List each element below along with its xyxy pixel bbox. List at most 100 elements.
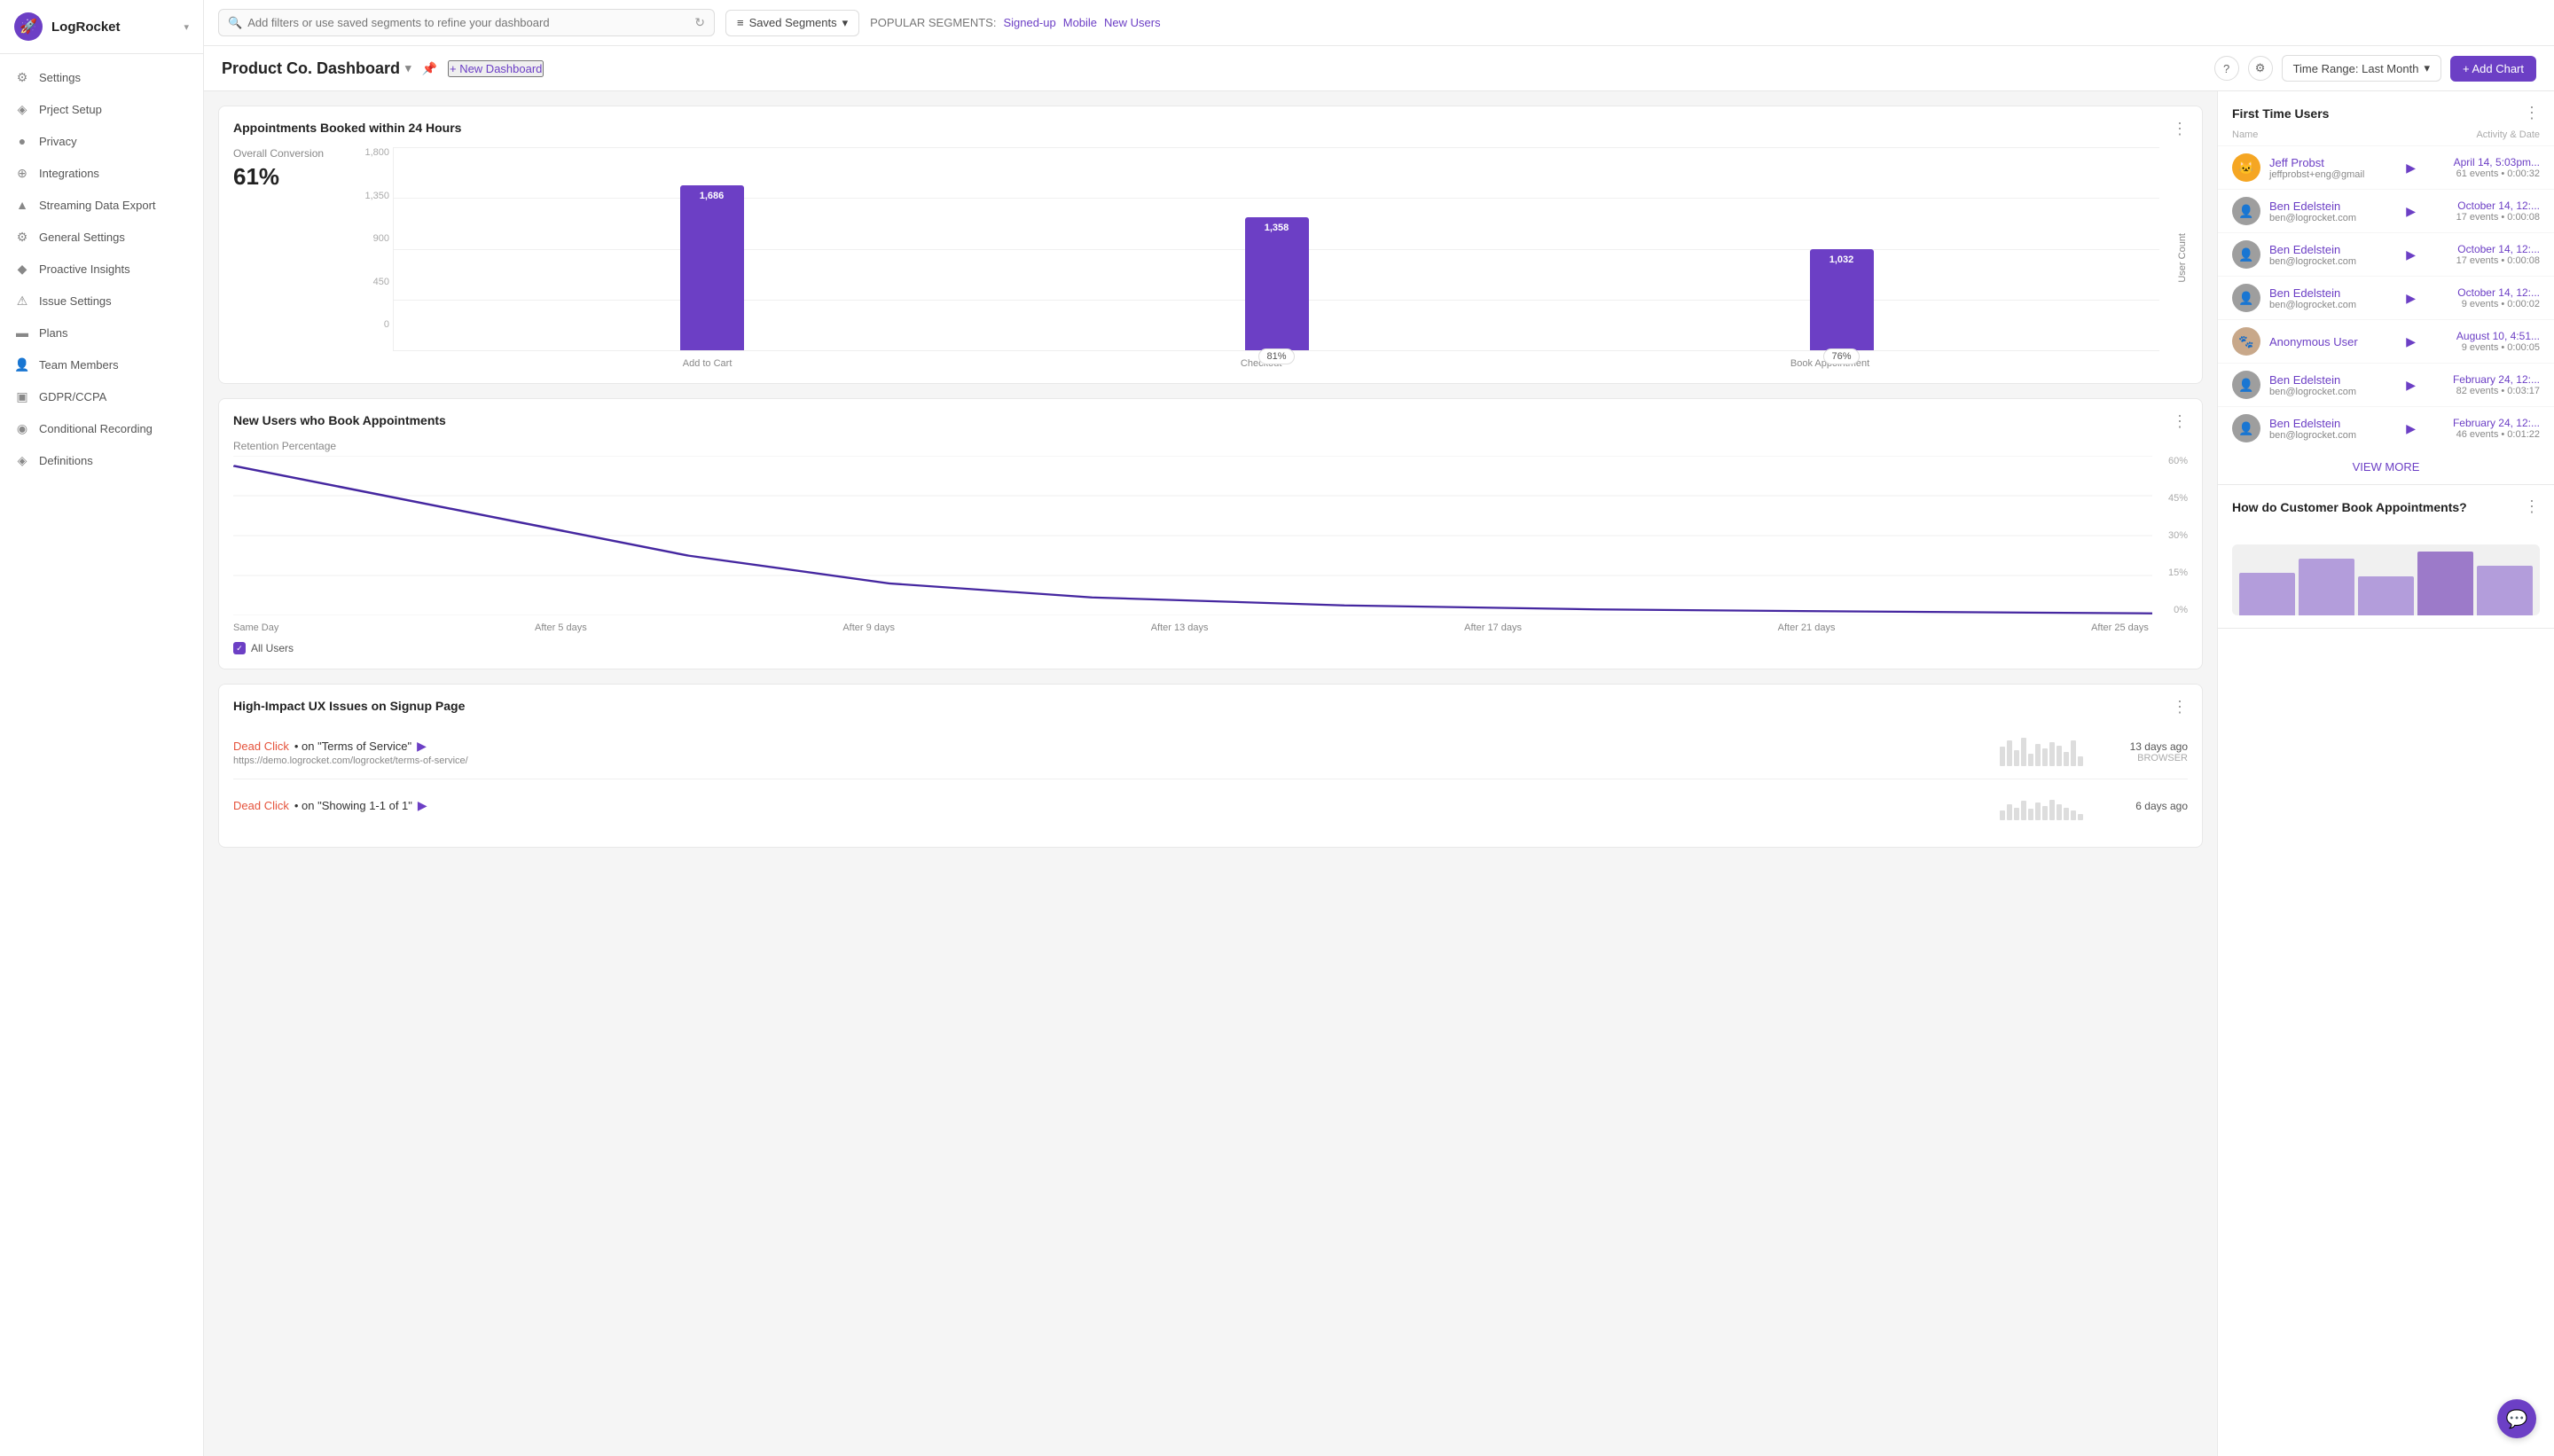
user-play-5[interactable]: ▶ (2406, 378, 2416, 393)
user-play-2[interactable]: ▶ (2406, 247, 2416, 262)
sidebar-label-integrations: Integrations (39, 167, 99, 180)
mini-bar (2035, 744, 2041, 766)
search-bar[interactable]: 🔍 ↻ (218, 9, 715, 36)
first-time-users-menu[interactable]: ⋮ (2524, 104, 2540, 122)
user-row-5: 👤 Ben Edelstein ben@logrocket.com ▶ Febr… (2218, 363, 2554, 406)
y-axis-1350: 1,350 (357, 191, 389, 201)
sidebar-item-settings[interactable]: ⚙ Settings (0, 61, 203, 93)
user-email-5: ben@logrocket.com (2269, 387, 2397, 397)
user-name-1[interactable]: Ben Edelstein (2269, 200, 2397, 213)
sidebar-label-privacy: Privacy (39, 135, 77, 148)
dashboard-chevron-icon[interactable]: ▾ (405, 61, 411, 75)
book-appointments-menu[interactable]: ⋮ (2524, 497, 2540, 516)
add-chart-button[interactable]: + Add Chart (2450, 56, 2536, 82)
y-right-15: 15% (2154, 568, 2188, 578)
sidebar-label-proactive-insights: Proactive Insights (39, 262, 130, 276)
settings-gear-icon[interactable]: ⚙ (2248, 56, 2273, 81)
user-email-0: jeffprobst+eng@gmail (2269, 169, 2397, 180)
search-input[interactable] (247, 16, 689, 29)
user-name-0[interactable]: Jeff Probst (2269, 156, 2397, 169)
user-info-2: Ben Edelstein ben@logrocket.com (2269, 243, 2397, 267)
book-panel (2218, 523, 2554, 628)
sidebar-label-conditional-recording: Conditional Recording (39, 422, 153, 435)
user-activity-4: August 10, 4:51... 9 events • 0:00:05 (2425, 330, 2540, 353)
popular-link-mobile[interactable]: Mobile (1063, 16, 1097, 29)
book-bar (2239, 573, 2295, 615)
user-name-5[interactable]: Ben Edelstein (2269, 373, 2397, 387)
user-email-6: ben@logrocket.com (2269, 430, 2397, 441)
mini-bar (2007, 740, 2012, 766)
funnel-chart-menu[interactable]: ⋮ (2172, 121, 2188, 137)
all-users-checkbox[interactable]: ✓ (233, 642, 246, 654)
sidebar-item-privacy[interactable]: ● Privacy (0, 125, 203, 157)
user-activity-3: October 14, 12:... 9 events • 0:00:02 (2425, 286, 2540, 309)
mini-bar (2000, 747, 2005, 766)
sidebar-header: 🚀 LogRocket ▾ (0, 0, 203, 54)
retention-chart-menu[interactable]: ⋮ (2172, 413, 2188, 429)
sidebar: 🚀 LogRocket ▾ ⚙ Settings ◈ Prject Setup … (0, 0, 204, 1456)
sidebar-item-issue-settings[interactable]: ⚠ Issue Settings (0, 285, 203, 317)
user-play-4[interactable]: ▶ (2406, 334, 2416, 349)
user-play-3[interactable]: ▶ (2406, 291, 2416, 306)
mini-bar (2071, 810, 2076, 820)
sidebar-item-general-settings[interactable]: ⚙ General Settings (0, 221, 203, 253)
popular-link-signedup[interactable]: Signed-up (1003, 16, 1055, 29)
x-5-days: After 5 days (535, 622, 587, 633)
user-activity-0: April 14, 5:03pm... 61 events • 0:00:32 (2425, 156, 2540, 179)
sidebar-label-streaming-data-export: Streaming Data Export (39, 199, 156, 212)
mini-bar (2064, 752, 2069, 766)
view-more-button[interactable]: VIEW MORE (2353, 460, 2420, 474)
sidebar-item-integrations[interactable]: ⊕ Integrations (0, 157, 203, 189)
user-avatar-5: 👤 (2232, 371, 2260, 399)
user-name-4[interactable]: Anonymous User (2269, 335, 2397, 348)
sidebar-item-project-setup[interactable]: ◈ Prject Setup (0, 93, 203, 125)
issues-card-menu[interactable]: ⋮ (2172, 699, 2188, 715)
y-right-45: 45% (2154, 493, 2188, 504)
sidebar-item-plans[interactable]: ▬ Plans (0, 317, 203, 348)
dashboard-title-text: Product Co. Dashboard (222, 59, 400, 78)
user-avatar-1: 👤 (2232, 197, 2260, 225)
saved-segments-button[interactable]: ≡ Saved Segments ▾ (725, 10, 859, 36)
help-icon[interactable]: ? (2214, 56, 2239, 81)
new-dashboard-button[interactable]: + New Dashboard (448, 60, 544, 77)
sidebar-label-definitions: Definitions (39, 454, 93, 467)
popular-link-newusers[interactable]: New Users (1104, 16, 1161, 29)
issue-time-1: 13 days ago (2117, 740, 2188, 753)
user-name-6[interactable]: Ben Edelstein (2269, 417, 2397, 430)
time-range-button[interactable]: Time Range: Last Month ▾ (2282, 55, 2441, 82)
app-chevron-icon[interactable]: ▾ (184, 21, 189, 33)
issue-play-1[interactable]: ▶ (417, 739, 427, 754)
y-axis-900: 900 (357, 233, 389, 244)
user-email-3: ben@logrocket.com (2269, 300, 2397, 310)
time-range-label: Time Range: Last Month (2293, 62, 2419, 75)
header-right: ? ⚙ Time Range: Last Month ▾ + Add Chart (2214, 55, 2536, 82)
user-date-0: April 14, 5:03pm... (2425, 156, 2540, 168)
user-events-3: 9 events • 0:00:02 (2425, 299, 2540, 309)
user-play-6[interactable]: ▶ (2406, 421, 2416, 436)
pin-icon[interactable]: 📌 (422, 61, 437, 76)
sidebar-item-proactive-insights[interactable]: ◆ Proactive Insights (0, 253, 203, 285)
user-play-1[interactable]: ▶ (2406, 204, 2416, 219)
sidebar-item-conditional-recording[interactable]: ◉ Conditional Recording (0, 412, 203, 444)
user-avatar-3: 👤 (2232, 284, 2260, 312)
issue-item-2: Dead Click • on "Showing 1-1 of 1" ▶ (233, 779, 2188, 833)
popular-segments-label: POPULAR SEGMENTS: (870, 16, 996, 29)
sidebar-icon-definitions: ◈ (14, 452, 30, 468)
sidebar-item-definitions[interactable]: ◈ Definitions (0, 444, 203, 476)
popular-segments: POPULAR SEGMENTS: Signed-up Mobile New U… (870, 16, 1160, 29)
issue-on-2: • on "Showing 1-1 of 1" (294, 799, 412, 812)
user-play-0[interactable]: ▶ (2406, 160, 2416, 176)
topbar: 🔍 ↻ ≡ Saved Segments ▾ POPULAR SEGMENTS:… (204, 0, 2554, 46)
user-name-3[interactable]: Ben Edelstein (2269, 286, 2397, 300)
chat-button[interactable]: 💬 (2497, 1399, 2536, 1438)
sidebar-item-streaming-data-export[interactable]: ▲ Streaming Data Export (0, 189, 203, 221)
refresh-icon[interactable]: ↻ (694, 15, 705, 30)
sidebar-item-team-members[interactable]: 👤 Team Members (0, 348, 203, 380)
mini-bar (2007, 804, 2012, 820)
issue-play-2[interactable]: ▶ (418, 798, 427, 813)
sidebar-icon-settings: ⚙ (14, 69, 30, 85)
user-name-2[interactable]: Ben Edelstein (2269, 243, 2397, 256)
user-avatar-6: 👤 (2232, 414, 2260, 442)
retention-chart-title: New Users who Book Appointments (233, 413, 446, 427)
sidebar-item-gdpr-ccpa[interactable]: ▣ GDPR/CCPA (0, 380, 203, 412)
